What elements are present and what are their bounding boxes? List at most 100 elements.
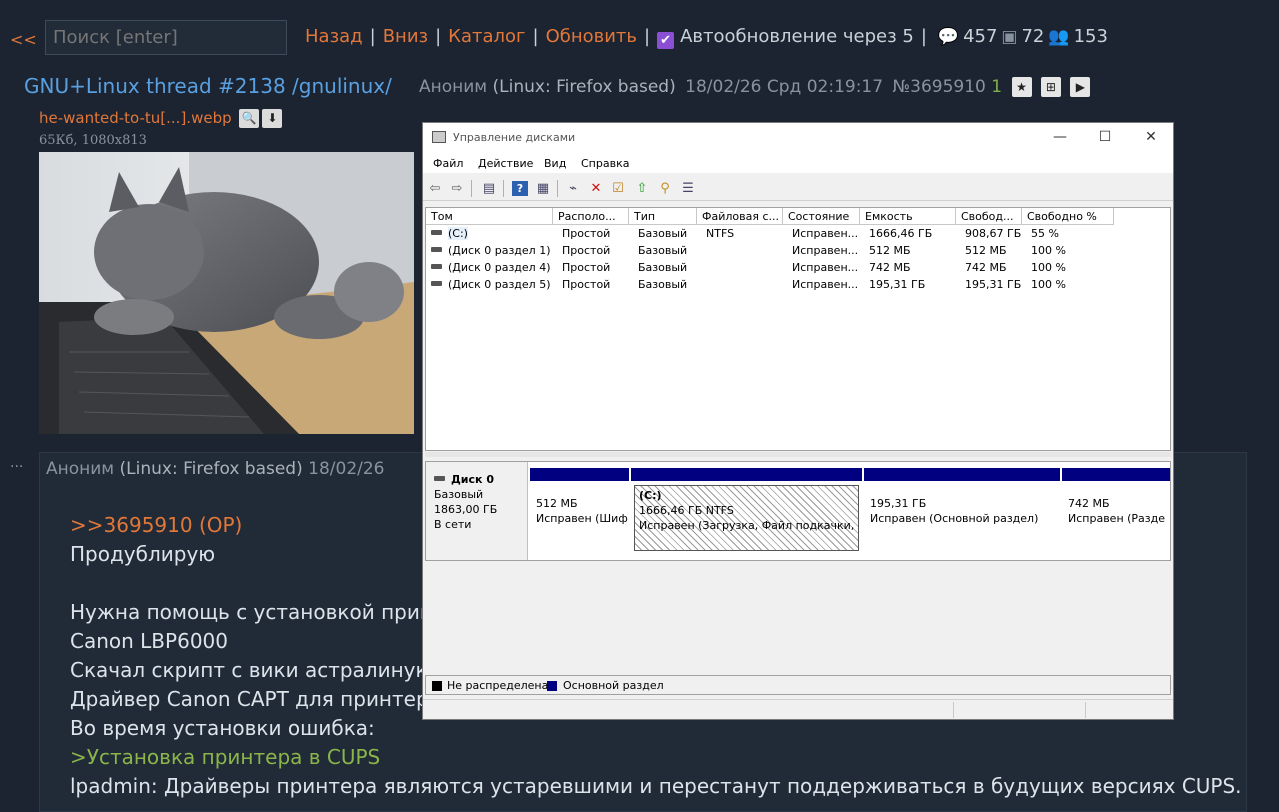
- expand-icon[interactable]: ⊞: [1040, 77, 1061, 97]
- star-icon[interactable]: ★: [1011, 77, 1032, 97]
- column-header-free-space[interactable]: Свобод...: [956, 208, 1022, 225]
- column-header-percent-free[interactable]: Свободно %: [1022, 208, 1114, 225]
- reply-count[interactable]: 1: [991, 77, 1002, 97]
- table-cell: 742 МБ: [869, 261, 911, 274]
- separator: |: [644, 26, 651, 47]
- partition-1-block[interactable]: 512 МБ Исправен (Шиф: [530, 468, 629, 554]
- back-arrows-link[interactable]: <<: [10, 30, 37, 49]
- column-header-type[interactable]: Тип: [629, 208, 697, 225]
- file-name-link[interactable]: he-wanted-to-tu[...].webp: [39, 109, 232, 127]
- table-cell: Простой: [562, 244, 611, 257]
- partition-c-block[interactable]: (C:) 1666,46 ГБ NTFS Исправен (Загрузка,…: [631, 468, 862, 554]
- separator: |: [435, 26, 442, 47]
- volume-row-partition-4[interactable]: (Диск 0 раздел 4): [426, 260, 553, 277]
- close-icon[interactable]: ✕: [1136, 127, 1166, 147]
- partition-size: 1666,46 ГБ NTFS: [639, 504, 734, 517]
- disk-name: Диск 0: [451, 473, 494, 486]
- disk-management-window[interactable]: Управление дисками — ☐ ✕ Файл Действие В…: [422, 122, 1174, 720]
- table-cell: Базовый: [638, 227, 688, 240]
- minimize-icon[interactable]: —: [1045, 127, 1075, 147]
- volume-row-c[interactable]: (C:): [426, 226, 553, 243]
- partition-selected-hatch: (C:) 1666,46 ГБ NTFS Исправен (Загрузка,…: [634, 485, 859, 551]
- reply-os: (Linux: Firefox based): [119, 459, 303, 479]
- autoupdate-checkbox[interactable]: ✔: [657, 32, 675, 49]
- column-header-filesystem[interactable]: Файловая с...: [697, 208, 783, 225]
- nav-down-link[interactable]: Вниз: [383, 26, 428, 47]
- search-input[interactable]: [45, 20, 287, 55]
- drive-icon: [431, 264, 442, 269]
- toolbar: ⇦ ⇨ ▤ ? ▦ ⌁ ✕ ☑ ⇧ ⚲ ☰: [423, 176, 1173, 201]
- table-cell: Базовый: [638, 278, 688, 291]
- search-image-icon[interactable]: 🔍: [239, 109, 260, 128]
- status-divider: [953, 702, 954, 718]
- partition-5-block[interactable]: 195,31 ГБ Исправен (Основной раздел): [864, 468, 1060, 554]
- menu-view[interactable]: Вид: [544, 157, 566, 170]
- posts-count: 457: [963, 26, 998, 47]
- partition-status: Исправен (Шиф: [536, 512, 628, 525]
- table-cell: 742 МБ: [965, 261, 1007, 274]
- console-tree-icon[interactable]: ▤: [481, 181, 497, 196]
- post-os: (Linux: Firefox based): [492, 77, 676, 97]
- table-cell: 908,67 ГБ: [965, 227, 1022, 240]
- disk-layout-panel: Диск 0 Базовый 1863,00 ГБ В сети 512 МБ …: [425, 461, 1171, 561]
- column-header-layout[interactable]: Располо...: [553, 208, 629, 225]
- toolbar-separator: [503, 180, 504, 197]
- play-icon[interactable]: ▶: [1070, 77, 1091, 97]
- partition-4-block[interactable]: 742 МБ Исправен (Разде: [1062, 468, 1170, 554]
- legend-unallocated: Не распределена: [447, 679, 549, 692]
- disk-0-label[interactable]: Диск 0 Базовый 1863,00 ГБ В сети: [426, 462, 528, 560]
- help-icon[interactable]: ?: [512, 181, 528, 196]
- table-cell: Исправен...: [792, 278, 859, 291]
- partition-bar: [530, 468, 629, 481]
- window-titlebar[interactable]: Управление дисками — ☐ ✕: [423, 123, 1173, 153]
- legend-bar: Не распределена Основной раздел: [425, 675, 1171, 695]
- post-number[interactable]: №3695910: [892, 77, 985, 97]
- delete-icon[interactable]: ✕: [588, 181, 604, 196]
- post-menu-dots[interactable]: ...: [10, 455, 23, 471]
- list-view-icon[interactable]: ☰: [680, 181, 696, 196]
- volume-list-table: Том Располо... Тип Файловая с... Состоян…: [425, 207, 1171, 451]
- post-image-thumbnail[interactable]: [39, 152, 414, 434]
- menu-action[interactable]: Действие: [478, 157, 533, 170]
- table-cell: Исправен...: [792, 261, 859, 274]
- nav-catalog-link[interactable]: Каталог: [448, 26, 525, 47]
- search-icon[interactable]: ⚲: [657, 181, 673, 196]
- properties-icon[interactable]: ▦: [535, 181, 551, 196]
- post-meta: Аноним (Linux: Firefox based) 18/02/26 С…: [419, 77, 1091, 97]
- splitter-bar[interactable]: [425, 452, 1171, 457]
- upload-icon[interactable]: ⇧: [634, 181, 650, 196]
- volume-row-partition-5[interactable]: (Диск 0 раздел 5): [426, 277, 553, 294]
- back-arrow-icon[interactable]: ⇦: [427, 181, 443, 196]
- check-icon[interactable]: ☑: [610, 181, 626, 196]
- partition-size: 742 МБ: [1068, 497, 1110, 510]
- download-icon[interactable]: ⬇: [262, 109, 283, 128]
- nav-back-link[interactable]: Назад: [305, 26, 363, 47]
- volume-row-partition-1[interactable]: (Диск 0 раздел 1): [426, 243, 553, 260]
- connect-drive-icon[interactable]: ⌁: [565, 181, 581, 196]
- column-header-status[interactable]: Состояние: [783, 208, 860, 225]
- maximize-icon[interactable]: ☐: [1090, 127, 1120, 147]
- images-count: 72: [1021, 26, 1045, 47]
- table-cell: Простой: [562, 261, 611, 274]
- partition-status: Исправен (Разде: [1068, 512, 1166, 525]
- forward-arrow-icon[interactable]: ⇨: [449, 181, 465, 196]
- cat-photo: [39, 152, 414, 434]
- menu-help[interactable]: Справка: [581, 157, 629, 170]
- table-cell: Исправен...: [792, 227, 859, 240]
- table-cell: Простой: [562, 227, 611, 240]
- status-divider: [1085, 702, 1086, 718]
- column-header-capacity[interactable]: Емкость: [860, 208, 956, 225]
- partition-size: 512 МБ: [536, 497, 578, 510]
- partition-status: Исправен (Загрузка, Файл подкачки, Ав: [639, 519, 859, 532]
- file-size-resolution: 65Кб, 1080x813: [39, 133, 147, 148]
- thread-title[interactable]: GNU+Linux thread #2138 /gnulinux/: [24, 74, 392, 98]
- disk-icon: [434, 476, 445, 481]
- unallocated-swatch: [432, 681, 442, 691]
- reply-line: lpadmin: Драйверы принтера являются уста…: [70, 774, 1242, 798]
- column-header-volume[interactable]: Том: [426, 208, 553, 225]
- menu-file[interactable]: Файл: [433, 157, 463, 170]
- table-cell: 100 %: [1031, 261, 1066, 274]
- reply-date: 18/02/26: [308, 459, 385, 479]
- posts-count-icon: 💬: [937, 27, 960, 47]
- nav-refresh-link[interactable]: Обновить: [546, 26, 637, 47]
